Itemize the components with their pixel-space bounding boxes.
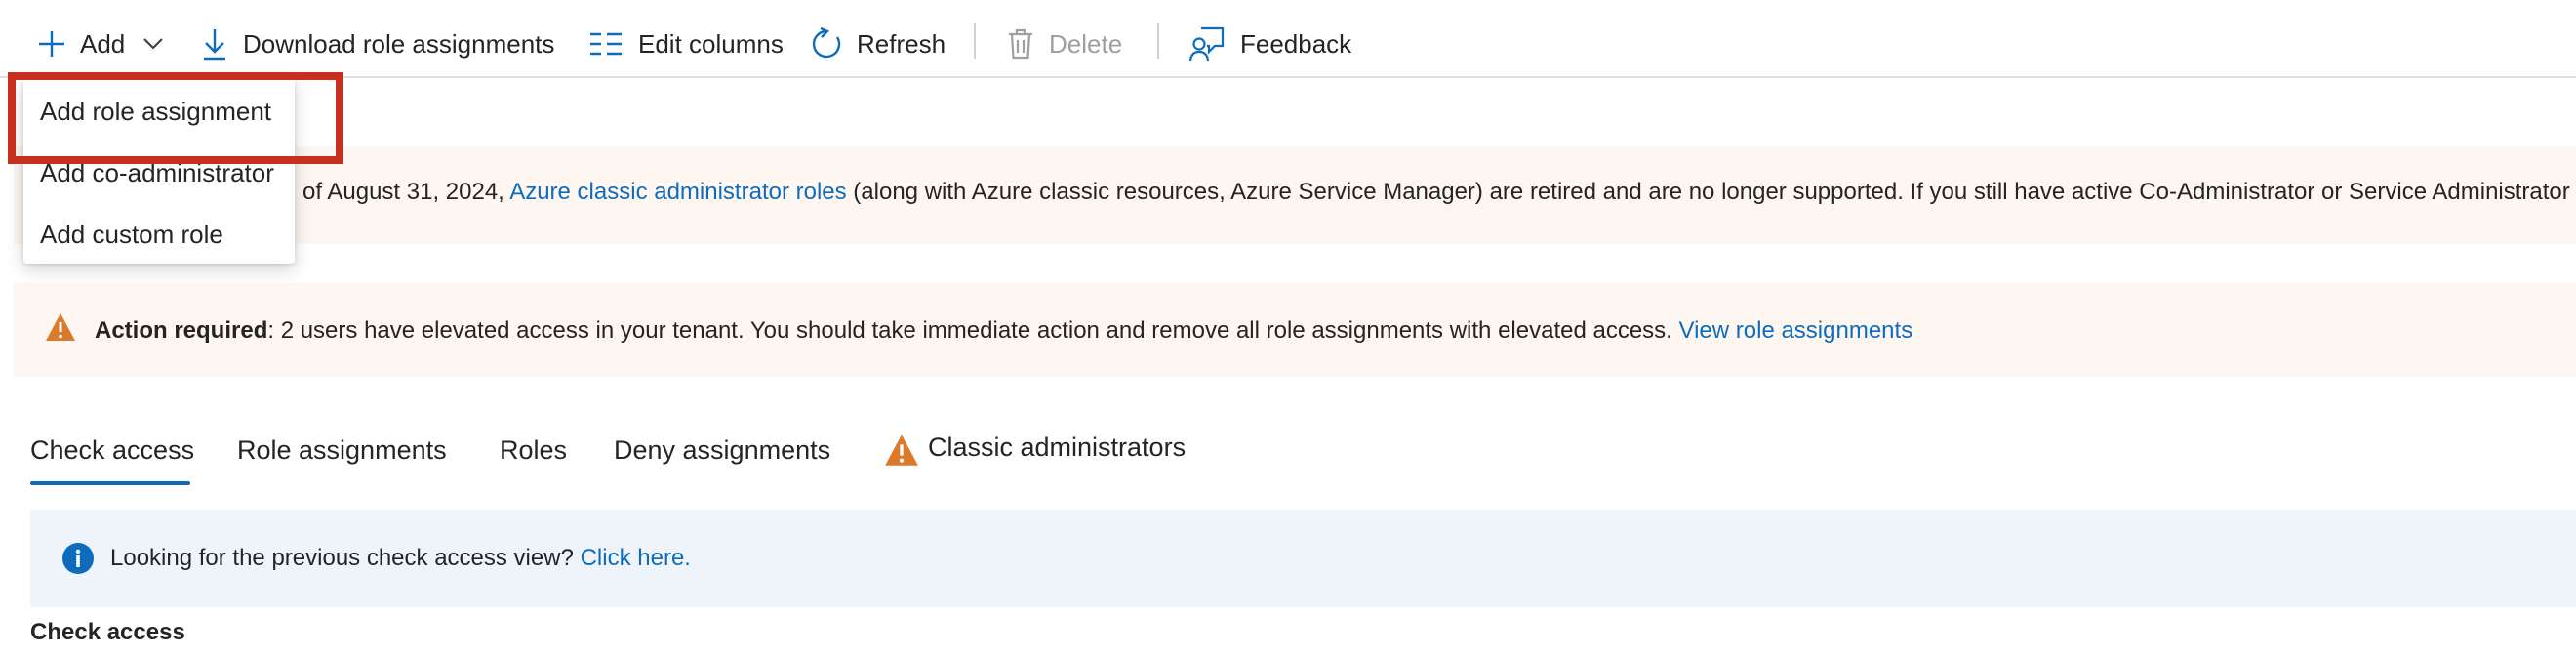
view-role-assignments-link[interactable]: View role assignments — [1679, 317, 1913, 344]
action-required-label: Action required — [95, 317, 268, 344]
tab-classic-administrators[interactable]: Classic administrators — [928, 432, 1186, 463]
feedback-icon — [1189, 26, 1225, 62]
click-here-link[interactable]: Click here. — [581, 545, 691, 571]
toolbar-divider — [974, 23, 976, 59]
download-label: Download role assignments — [243, 28, 555, 59]
tab-deny-assignments[interactable]: Deny assignments — [614, 435, 830, 466]
classic-admin-roles-link[interactable]: Azure classic administrator roles — [509, 179, 846, 205]
chevron-down-icon — [142, 37, 164, 51]
add-dropdown-menu: Add role assignment Add co-administrator… — [23, 78, 295, 264]
delete-button[interactable]: Delete — [1008, 20, 1122, 68]
action-required-text: Action required: 2 users have elevated a… — [95, 317, 1912, 345]
action-required-message: : 2 users have elevated access in your t… — [267, 317, 1679, 344]
trash-icon — [1008, 28, 1033, 60]
edit-columns-button[interactable]: Edit columns — [589, 20, 784, 68]
tab-role-assignments[interactable]: Role assignments — [237, 435, 447, 466]
refresh-label: Refresh — [857, 28, 946, 59]
selected-tab-indicator — [30, 481, 190, 485]
toolbar-divider — [1157, 23, 1159, 59]
classic-admin-retirement-banner: of August 31, 2024, Azure classic admini… — [14, 146, 2576, 244]
warning-icon — [884, 433, 919, 472]
refresh-button[interactable]: Refresh — [810, 20, 946, 68]
edit-columns-label: Edit columns — [638, 28, 784, 59]
menu-item-add-co-administrator[interactable]: Add co-administrator — [40, 158, 274, 188]
delete-label: Delete — [1049, 28, 1123, 59]
warning-icon — [45, 312, 76, 347]
add-label: Add — [80, 28, 126, 59]
plus-icon — [37, 29, 66, 59]
feedback-label: Feedback — [1240, 28, 1352, 59]
info-banner: Looking for the previous check access vi… — [30, 510, 2576, 607]
info-icon — [61, 542, 95, 580]
add-button[interactable]: Add — [37, 20, 164, 68]
retirement-text: of August 31, 2024, Azure classic admini… — [302, 179, 2576, 206]
feedback-button[interactable]: Feedback — [1189, 20, 1351, 68]
download-icon — [202, 27, 227, 61]
action-required-banner: Action required: 2 users have elevated a… — [14, 283, 2576, 377]
command-bar: Add Download role assignments Edit colum… — [0, 0, 2576, 78]
refresh-icon — [810, 27, 843, 61]
download-role-assignments-button[interactable]: Download role assignments — [202, 20, 554, 68]
info-message: Looking for the previous check access vi… — [110, 545, 581, 571]
tab-roles[interactable]: Roles — [500, 435, 567, 466]
info-text: Looking for the previous check access vi… — [110, 545, 691, 572]
tab-check-access[interactable]: Check access — [30, 435, 194, 466]
retirement-text-start: of August 31, 2024, — [302, 179, 510, 205]
menu-item-add-custom-role[interactable]: Add custom role — [40, 220, 223, 250]
edit-columns-icon — [589, 31, 623, 57]
retirement-text-end: (along with Azure classic resources, Azu… — [846, 179, 2576, 205]
check-access-heading: Check access — [30, 619, 185, 645]
menu-item-add-role-assignment[interactable]: Add role assignment — [40, 97, 271, 127]
